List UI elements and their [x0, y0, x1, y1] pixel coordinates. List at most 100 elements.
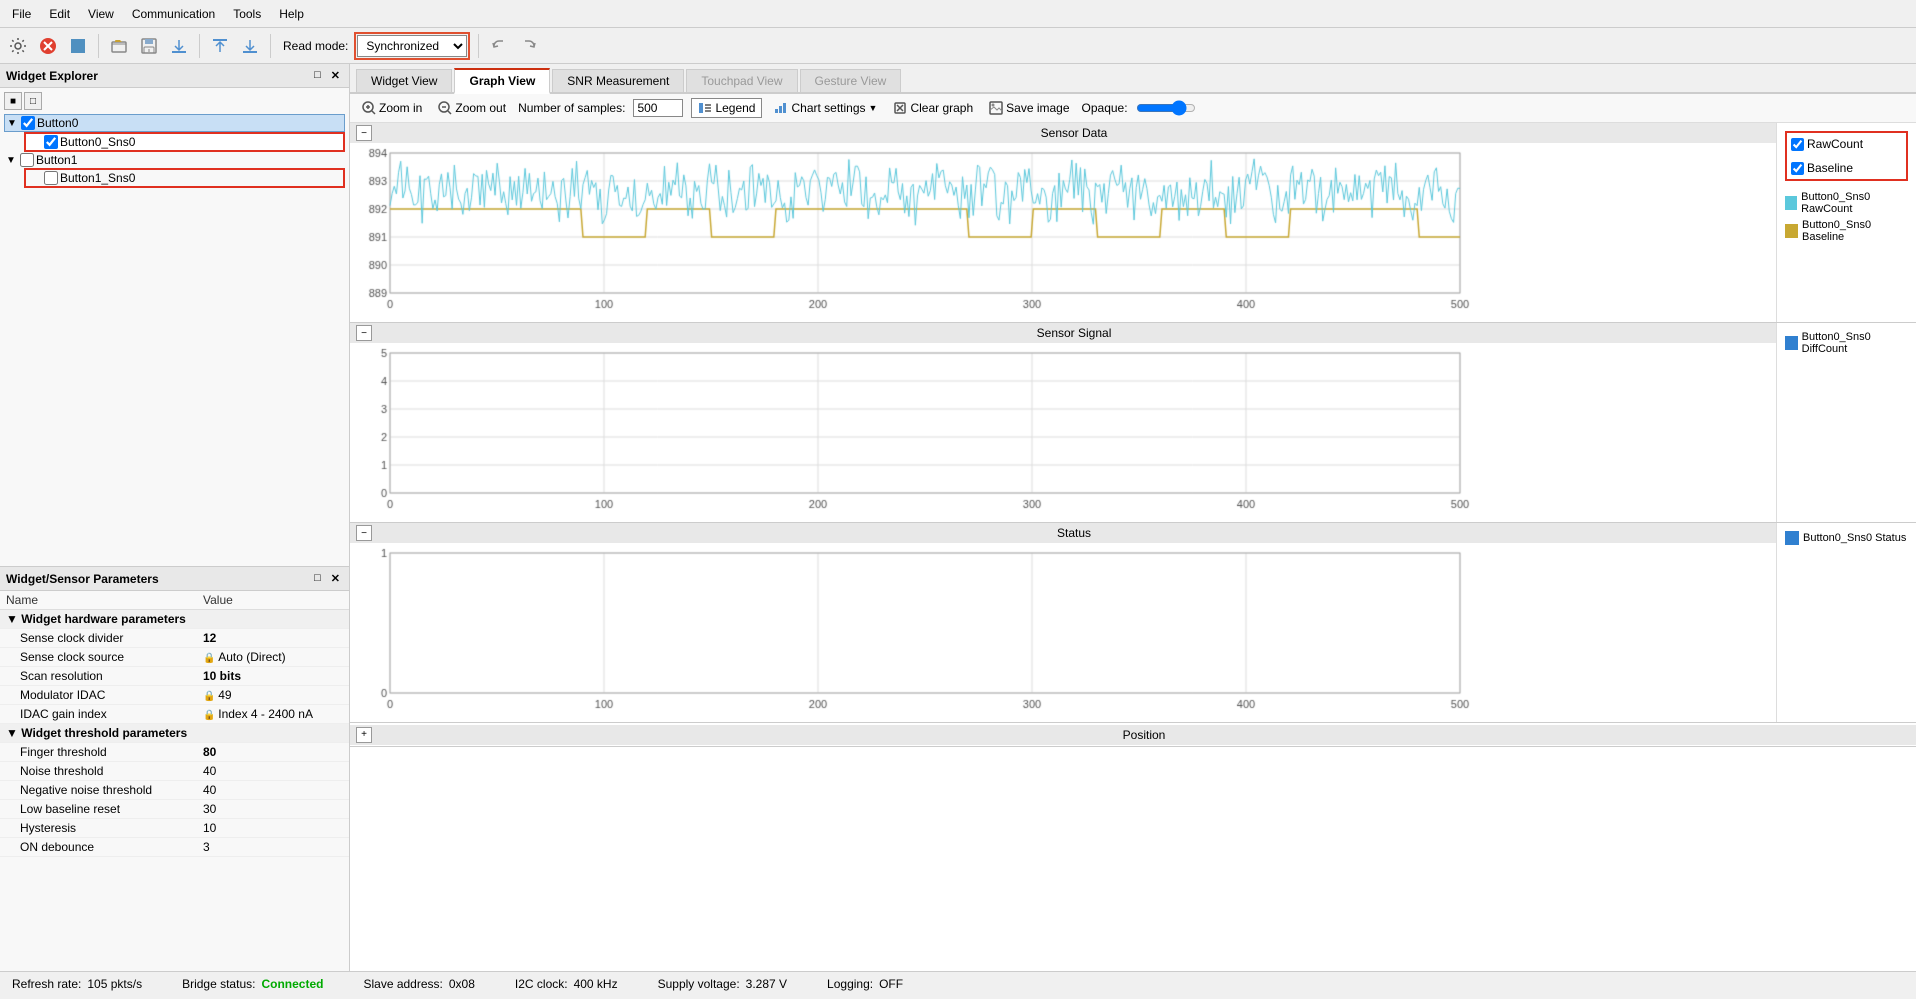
legend-baseline-checkbox[interactable] — [1791, 162, 1804, 175]
status-slave-address: Slave address: 0x08 — [363, 977, 474, 991]
chart-sensor-data-header: − Sensor Data — [350, 123, 1776, 143]
tree-checkbox-button0[interactable] — [21, 116, 35, 130]
legend-text-baseline: Button0_Sns0 Baseline — [1802, 219, 1908, 243]
opaque-slider[interactable] — [1136, 100, 1196, 116]
menu-file[interactable]: File — [4, 5, 39, 23]
slave-address-value: 0x08 — [449, 977, 475, 991]
param-row-on-debounce: ON debounce 3 — [0, 838, 349, 857]
legend-button[interactable]: Legend — [691, 98, 762, 118]
widget-explorer-tree: ■ □ ▼ Button0 Button0_Sns0 — [0, 88, 349, 567]
legend-rawcount-checkbox[interactable] — [1791, 138, 1804, 151]
num-samples-input[interactable] — [633, 99, 683, 117]
square-icon[interactable] — [66, 34, 90, 58]
tree-item-button1-row[interactable]: ▼ Button1 — [4, 152, 345, 168]
panel-header-icons: □ ✕ — [311, 68, 343, 83]
param-value-sense-clock-source: 🔒 Auto (Direct) — [197, 648, 349, 667]
chart-sensor-signal-canvas[interactable] — [350, 343, 1470, 518]
panel-restore-btn[interactable]: □ — [311, 68, 324, 83]
param-value-finger-threshold: 80 — [197, 743, 349, 762]
tree-checkbox-button1-sns0[interactable] — [44, 171, 58, 185]
tree-label-button0: Button0 — [37, 116, 78, 130]
tab-snr-measurement[interactable]: SNR Measurement — [552, 69, 684, 92]
chart-settings-button[interactable]: Chart settings ▼ — [770, 99, 881, 117]
legend-rawcount-text: RawCount — [1807, 137, 1863, 151]
chart-sensor-data-canvas[interactable] — [350, 143, 1470, 318]
export2-icon[interactable] — [238, 34, 262, 58]
zoom-in-button[interactable]: Zoom in — [358, 99, 426, 117]
tree-item-button1-sns0[interactable]: Button1_Sns0 — [24, 168, 345, 188]
tree-checkbox-button0-sns0[interactable] — [44, 135, 58, 149]
tree-child-button1: Button1_Sns0 — [24, 168, 345, 188]
params-close-btn[interactable]: ✕ — [328, 571, 343, 586]
settings-icon[interactable] — [6, 34, 30, 58]
zoom-out-button[interactable]: Zoom out — [434, 99, 510, 117]
chart-position-header: + Position — [350, 725, 1916, 745]
redo-button[interactable] — [517, 34, 541, 58]
params-restore-btn[interactable]: □ — [311, 571, 324, 586]
read-mode-select-box: Synchronized — [354, 32, 470, 60]
chart-status-title: Status — [378, 526, 1770, 540]
stop-icon[interactable] — [36, 34, 60, 58]
legend-rawcount-label[interactable]: RawCount — [1791, 137, 1863, 151]
tree-item-button0-sns0[interactable]: Button0_Sns0 — [24, 132, 345, 152]
we-btn-1[interactable]: ■ — [4, 92, 22, 110]
menu-view[interactable]: View — [80, 5, 122, 23]
chart-status-collapse[interactable]: − — [356, 525, 372, 541]
legend-color-status — [1785, 531, 1799, 545]
status-logging: Logging: OFF — [827, 977, 903, 991]
param-name-sense-clock-source: Sense clock source — [0, 648, 197, 667]
chart-sensor-signal-header: − Sensor Signal — [350, 323, 1776, 343]
zoom-in-icon — [362, 101, 376, 115]
toolbar-sep-4 — [478, 34, 479, 58]
toolbar-sep-1 — [98, 34, 99, 58]
we-btn-2[interactable]: □ — [24, 92, 42, 110]
tree-toggle-button1[interactable]: ▼ — [4, 155, 18, 166]
chart-settings-label: Chart settings — [791, 101, 865, 115]
menu-help[interactable]: Help — [271, 5, 312, 23]
menu-communication[interactable]: Communication — [124, 5, 223, 23]
chart-sensor-signal-body — [350, 343, 1776, 518]
save-icon[interactable] — [137, 34, 161, 58]
widget-explorer-title: Widget Explorer — [6, 69, 98, 83]
menu-edit[interactable]: Edit — [41, 5, 78, 23]
menu-tools[interactable]: Tools — [225, 5, 269, 23]
tree-label-button0-sns0: Button0_Sns0 — [60, 135, 135, 149]
legend-item-baseline: Button0_Sns0 Baseline — [1785, 219, 1908, 243]
clear-graph-icon — [893, 101, 907, 115]
tree-item-button1: ▼ Button1 Button1_Sns0 — [4, 152, 345, 188]
param-row-sense-clock-divider: Sense clock divider 12 — [0, 629, 349, 648]
legend-baseline-label[interactable]: Baseline — [1791, 161, 1853, 175]
right-panel: Widget View Graph View SNR Measurement T… — [350, 64, 1916, 971]
save-image-button[interactable]: Save image — [985, 99, 1073, 117]
tab-graph-view[interactable]: Graph View — [454, 68, 550, 94]
logging-label: Logging: — [827, 977, 873, 991]
clear-graph-button[interactable]: Clear graph — [889, 99, 977, 117]
save-image-icon — [989, 101, 1003, 115]
param-value-sense-clock-divider: 12 — [197, 629, 349, 648]
tree-checkbox-button1[interactable] — [20, 153, 34, 167]
tab-widget-view[interactable]: Widget View — [356, 69, 452, 92]
legend-text-status: Button0_Sns0 Status — [1803, 532, 1906, 544]
legend-icon — [698, 101, 712, 115]
param-row-idac-gain: IDAC gain index 🔒 Index 4 - 2400 nA — [0, 705, 349, 724]
panel-close-btn[interactable]: ✕ — [328, 68, 343, 83]
read-mode-select[interactable]: Synchronized — [357, 35, 467, 57]
chart-status-canvas[interactable] — [350, 543, 1470, 718]
zoom-in-label: Zoom in — [379, 101, 422, 115]
chart-sensor-signal-collapse[interactable]: − — [356, 325, 372, 341]
chart-sensor-data-collapse[interactable]: − — [356, 125, 372, 141]
open-icon[interactable] — [107, 34, 131, 58]
export-icon[interactable] — [167, 34, 191, 58]
chart-position-expand[interactable]: + — [356, 727, 372, 743]
status-bar: Refresh rate: 105 pkts/s Bridge status: … — [0, 971, 1916, 995]
tab-bar: Widget View Graph View SNR Measurement T… — [350, 64, 1916, 94]
tree-toggle-button0[interactable]: ▼ — [5, 118, 19, 129]
graph-toolbar: Zoom in Zoom out Number of samples: — [350, 94, 1916, 123]
import-icon[interactable] — [208, 34, 232, 58]
refresh-rate-label: Refresh rate: — [12, 977, 81, 991]
legend-color-rawcount — [1785, 196, 1797, 210]
undo-button[interactable] — [487, 34, 511, 58]
tree-item-button0-row[interactable]: ▼ Button0 — [4, 114, 345, 132]
chart-sensor-signal-main: − Sensor Signal — [350, 323, 1776, 522]
param-row-modulator-idac: Modulator IDAC 🔒 49 — [0, 686, 349, 705]
